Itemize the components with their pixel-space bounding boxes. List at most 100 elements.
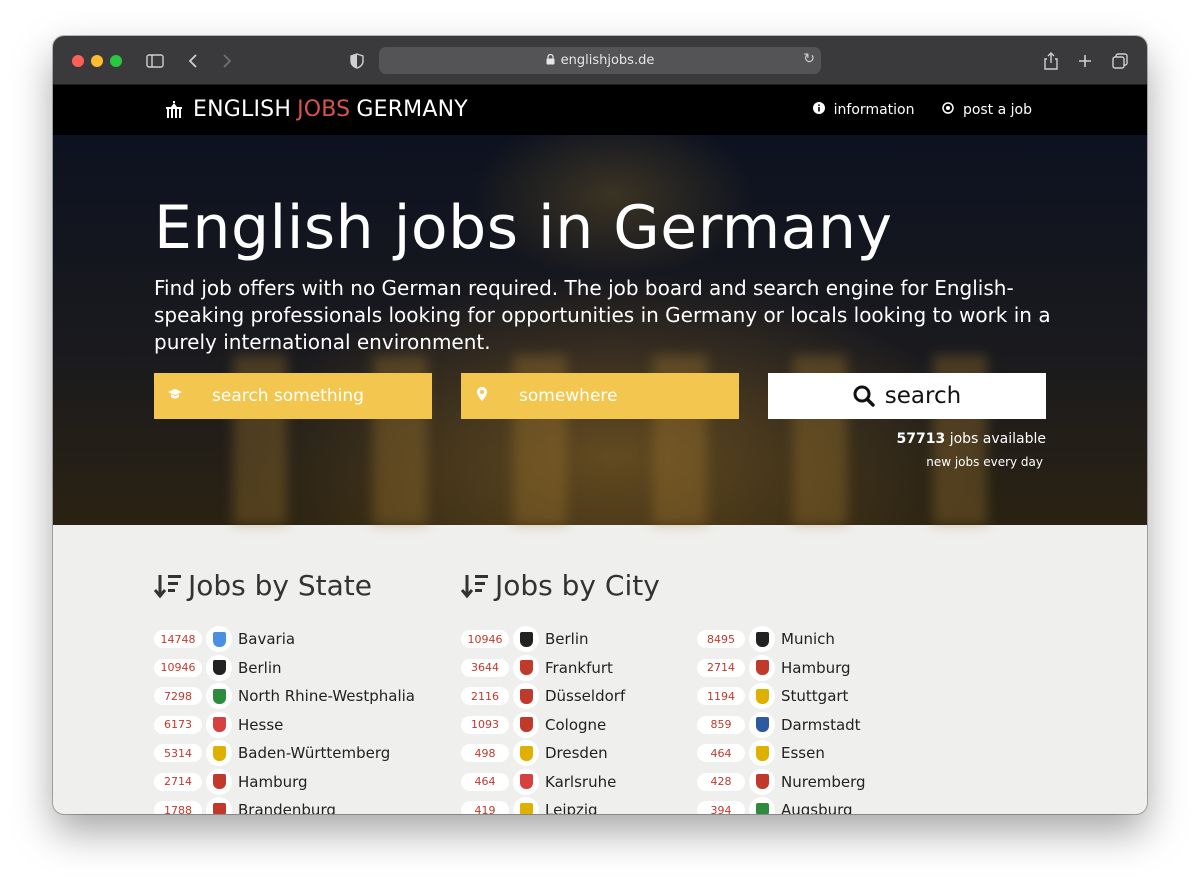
coat-of-arms-icon [206, 797, 232, 814]
list-item[interactable]: 7298 North Rhine-Westphalia [154, 682, 415, 711]
coat-of-arms-icon [513, 654, 539, 681]
tab-overview-icon[interactable] [1109, 50, 1131, 72]
new-tab-icon[interactable] [1074, 50, 1096, 72]
list-item[interactable]: 10946 Berlin [154, 654, 415, 683]
list-item[interactable]: 1093 Cologne [461, 711, 625, 740]
forward-icon[interactable] [216, 50, 238, 72]
location-link[interactable]: Berlin [545, 630, 589, 648]
list-item[interactable]: 394 Augsburg [697, 796, 866, 814]
browser-toolbar: englishjobs.de ↻ [53, 36, 1147, 85]
list-item[interactable]: 428 Nuremberg [697, 768, 866, 797]
map-marker-icon [461, 387, 503, 405]
job-count-badge: 1788 [154, 801, 202, 814]
job-count-badge: 2116 [461, 687, 509, 706]
location-link[interactable]: Munich [781, 630, 835, 648]
location-link[interactable]: Bavaria [238, 630, 295, 648]
jobs-by-city-title: Jobs by City [495, 569, 660, 602]
back-icon[interactable] [182, 50, 204, 72]
minimize-window-button[interactable] [91, 55, 103, 67]
location-link[interactable]: Hamburg [781, 659, 851, 677]
job-count-badge: 7298 [154, 687, 202, 706]
location-link[interactable]: Augsburg [781, 801, 853, 814]
location-link[interactable]: Hesse [238, 716, 283, 734]
location-link[interactable]: Brandenburg [238, 801, 336, 814]
close-window-button[interactable] [72, 55, 84, 67]
url-text: englishjobs.de [560, 53, 655, 68]
job-count-badge: 5314 [154, 744, 202, 763]
job-count-badge: 6173 [154, 715, 202, 734]
sidebar-toggle-icon[interactable] [144, 50, 166, 72]
state-list: 14748 Bavaria 10946 Berlin 7298 North Rhine-W… [154, 625, 415, 814]
job-count-badge: 464 [461, 772, 509, 791]
jobs-count: 57713 [896, 431, 946, 447]
coat-of-arms-icon [206, 626, 232, 653]
location-link[interactable]: Stuttgart [781, 687, 848, 705]
jobs-by-state-title: Jobs by State [188, 569, 373, 602]
privacy-shield-icon[interactable] [346, 50, 368, 72]
location-link[interactable]: Dresden [545, 744, 608, 762]
list-item[interactable]: 464 Essen [697, 739, 866, 768]
location-link[interactable]: Düsseldorf [545, 687, 625, 705]
job-listings-section: Jobs by State Jobs by City 14748 Bavaria 1… [53, 525, 1147, 814]
coat-of-arms-icon [513, 768, 539, 795]
share-icon[interactable] [1040, 50, 1062, 72]
search-icon [853, 385, 875, 407]
list-item[interactable]: 498 Dresden [461, 739, 625, 768]
location-link[interactable]: North Rhine-Westphalia [238, 687, 415, 705]
list-item[interactable]: 419 Leipzig [461, 796, 625, 814]
brand-english: ENGLISH [193, 97, 292, 122]
location-link[interactable]: Nuremberg [781, 773, 866, 791]
list-item[interactable]: 1788 Brandenburg [154, 796, 415, 814]
list-item[interactable]: 2116 Düsseldorf [461, 682, 625, 711]
zoom-window-button[interactable] [110, 55, 122, 67]
coat-of-arms-icon [513, 797, 539, 814]
jobs-count-suffix: jobs available [945, 431, 1046, 447]
list-item[interactable]: 3644 Frankfurt [461, 654, 625, 683]
location-link[interactable]: Essen [781, 744, 825, 762]
jobs-by-city-heading: Jobs by City [461, 569, 660, 602]
site-navbar: ENGLISH JOBS GERMANY information post a … [53, 85, 1147, 135]
job-count-badge: 8495 [697, 630, 745, 649]
list-item[interactable]: 2714 Hamburg [154, 768, 415, 797]
location-link[interactable]: Karlsruhe [545, 773, 616, 791]
location-link[interactable]: Baden-Württemberg [238, 744, 390, 762]
list-item[interactable]: 1194 Stuttgart [697, 682, 866, 711]
job-count-badge: 419 [461, 801, 509, 814]
location-link[interactable]: Darmstadt [781, 716, 861, 734]
coat-of-arms-icon [749, 654, 775, 681]
list-item[interactable]: 859 Darmstadt [697, 711, 866, 740]
coat-of-arms-icon [749, 768, 775, 795]
where-field[interactable] [461, 373, 739, 419]
search-button-label: search [884, 383, 962, 409]
location-link[interactable]: Hamburg [238, 773, 308, 791]
coat-of-arms-icon [513, 711, 539, 738]
what-input[interactable] [210, 385, 414, 407]
location-link[interactable]: Frankfurt [545, 659, 613, 677]
location-link[interactable]: Leipzig [545, 801, 598, 814]
address-bar[interactable]: englishjobs.de ↻ [379, 47, 821, 74]
list-item[interactable]: 5314 Baden-Württemberg [154, 739, 415, 768]
list-item[interactable]: 14748 Bavaria [154, 625, 415, 654]
where-input[interactable] [517, 385, 721, 407]
list-item[interactable]: 2714 Hamburg [697, 654, 866, 683]
sort-amount-icon [461, 574, 488, 598]
location-link[interactable]: Berlin [238, 659, 282, 677]
information-link[interactable]: information [813, 102, 914, 118]
reload-icon[interactable]: ↻ [803, 51, 815, 67]
site-logo[interactable]: ENGLISH JOBS GERMANY [165, 97, 468, 122]
list-item[interactable]: 464 Karlsruhe [461, 768, 625, 797]
post-job-link[interactable]: post a job [942, 102, 1032, 118]
location-link[interactable]: Cologne [545, 716, 606, 734]
job-count-badge: 498 [461, 744, 509, 763]
browser-window: englishjobs.de ↻ ENGLISH JOBS GERMANY in… [53, 36, 1147, 814]
list-item[interactable]: 6173 Hesse [154, 711, 415, 740]
coat-of-arms-icon [749, 683, 775, 710]
search-button[interactable]: search [768, 373, 1046, 419]
coat-of-arms-icon [749, 626, 775, 653]
list-item[interactable]: 10946 Berlin [461, 625, 625, 654]
list-item[interactable]: 8495 Munich [697, 625, 866, 654]
coat-of-arms-icon [749, 740, 775, 767]
what-field[interactable] [154, 373, 432, 419]
job-count-badge: 10946 [461, 630, 509, 649]
job-count-badge: 1194 [697, 687, 745, 706]
